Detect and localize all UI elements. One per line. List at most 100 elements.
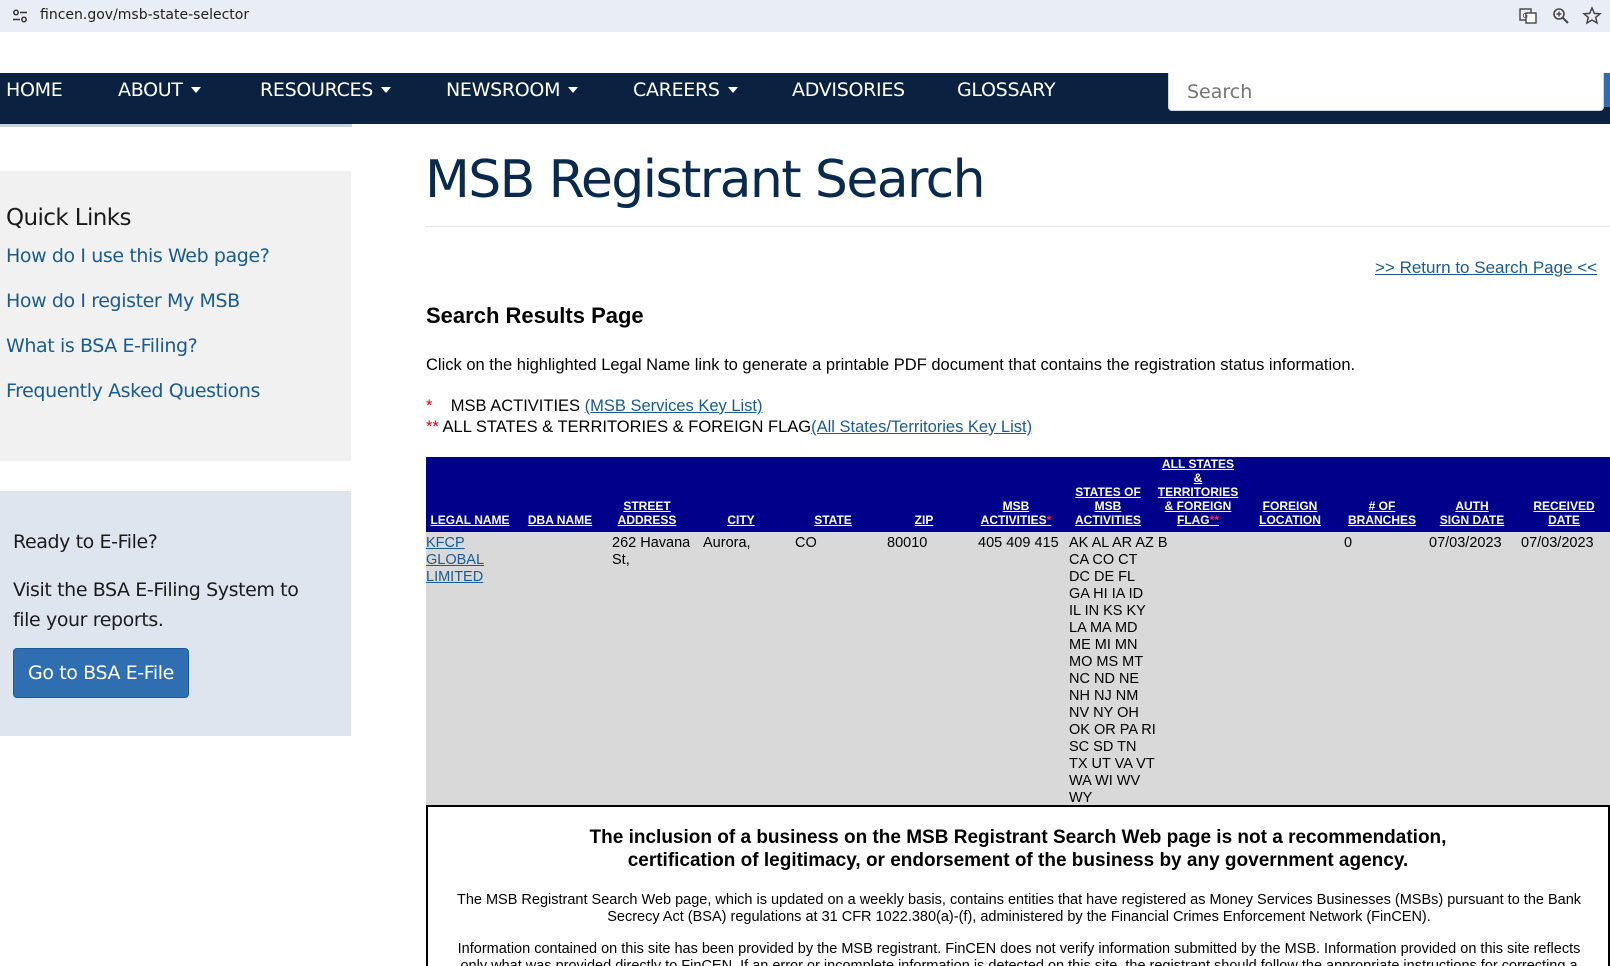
- disclaimer-line: Information contained on this site has b…: [457, 941, 1581, 957]
- col-state[interactable]: STATE: [788, 513, 878, 527]
- state-code-line: MO MS MT: [1069, 654, 1144, 670]
- col-state-label: STATE: [814, 513, 852, 527]
- url-text[interactable]: fincen.gov/msb-state-selector: [40, 7, 249, 23]
- disclaimer-heading: The inclusion of a business on the MSB R…: [426, 826, 1610, 872]
- results-table-header: LEGAL NAME DBA NAME STREET ADDRESS CITY S…: [426, 457, 1610, 532]
- quick-link-register-msb[interactable]: How do I register My MSB: [6, 290, 240, 312]
- col-auth-label-2: SIGN DATE: [1439, 513, 1505, 527]
- search-button-edge[interactable]: [1604, 73, 1610, 107]
- col-received-label-2: DATE: [1548, 513, 1580, 527]
- page-title: MSB Registrant Search: [425, 150, 986, 210]
- state-code-line: NV NY OH: [1069, 705, 1139, 721]
- state-code-line: WY: [1069, 790, 1093, 806]
- legend-star: *: [426, 397, 433, 415]
- col-street-address[interactable]: STREET ADDRESS: [602, 499, 692, 527]
- state-code-line: NH NJ NM: [1069, 688, 1139, 704]
- state-code-line: CA CO CT: [1069, 552, 1138, 568]
- col-msb-label-2: ACTIVITIES: [980, 513, 1047, 527]
- all-states-key-list-link[interactable]: (All States/Territories Key List): [811, 418, 1032, 436]
- cell-auth-sign-date: 07/03/2023: [1429, 535, 1502, 551]
- cell-state: CO: [795, 535, 817, 551]
- col-dba-name-label: DBA NAME: [527, 513, 593, 527]
- bookmark-star-icon[interactable]: [1582, 6, 1602, 26]
- street-line: St,: [612, 552, 630, 568]
- nav-home-label: HOME: [6, 79, 63, 101]
- nav-advisories[interactable]: ADVISORIES: [792, 73, 905, 124]
- nav-resources-label: RESOURCES: [260, 79, 374, 101]
- col-branches[interactable]: # OF BRANCHES: [1336, 499, 1428, 527]
- col-zip[interactable]: ZIP: [878, 513, 970, 527]
- col-msb-star: *: [1046, 513, 1052, 527]
- col-all-label-5: FLAG: [1176, 513, 1210, 527]
- efile-text: Visit the BSA E-Filing System to file yo…: [13, 579, 299, 631]
- cell-states-of-msb: AK AL AR AZ B CA CO CT DC DE FL GA HI IA ID…: [1069, 535, 1169, 807]
- table-row: [426, 532, 1610, 805]
- go-to-bsa-efile-button[interactable]: Go to BSA E-File: [13, 648, 189, 698]
- col-received-date[interactable]: RECEIVED DATE: [1518, 499, 1610, 527]
- results-heading: Search Results Page: [426, 303, 644, 328]
- nav-advisories-label: ADVISORIES: [792, 79, 905, 101]
- disclaimer-line: only what was provided directly to FinCE…: [460, 958, 1578, 966]
- quick-link-how-to-use[interactable]: How do I use this Web page?: [6, 245, 270, 267]
- nav-resources[interactable]: RESOURCES: [260, 73, 392, 124]
- col-all-label-3: TERRITORIES: [1157, 485, 1239, 499]
- disclaimer-heading-line: The inclusion of a business on the MSB R…: [589, 827, 1447, 848]
- cell-msb-activities: 405 409 415: [978, 535, 1059, 551]
- nav-about[interactable]: ABOUT: [118, 73, 201, 124]
- translate-icon[interactable]: G: [1518, 6, 1538, 26]
- col-legal-name[interactable]: LEGAL NAME: [426, 513, 514, 527]
- col-states-label-1: STATES OF: [1075, 485, 1141, 499]
- col-auth-sign-date[interactable]: AUTH SIGN DATE: [1426, 499, 1518, 527]
- nav-newsroom-label: NEWSROOM: [446, 79, 561, 101]
- disclaimer-paragraph: The MSB Registrant Search Web page, whic…: [434, 892, 1604, 926]
- nav-glossary-label: GLOSSARY: [957, 79, 1056, 101]
- disclaimer-line: The MSB Registrant Search Web page, whic…: [456, 892, 1582, 908]
- disclaimer-paragraph: Information contained on this site has b…: [434, 941, 1604, 966]
- col-received-label-1: RECEIVED: [1533, 499, 1595, 513]
- search-input[interactable]: [1168, 73, 1604, 111]
- col-foreign-label-2: LOCATION: [1259, 513, 1321, 527]
- nav-careers[interactable]: CAREERS: [633, 73, 738, 124]
- legal-name-line: KFCP: [426, 535, 465, 551]
- col-all-label-2: &: [1193, 471, 1203, 485]
- nav-about-label: ABOUT: [118, 79, 183, 101]
- nav-newsroom[interactable]: NEWSROOM: [446, 73, 579, 124]
- col-city[interactable]: CITY: [696, 513, 786, 527]
- legal-name-link[interactable]: KFCP GLOBAL LIMITED: [426, 535, 496, 586]
- disclaimer-line: Secrecy Act (BSA) regulations at 31 CFR …: [607, 909, 1431, 925]
- col-foreign-location[interactable]: FOREIGN LOCATION: [1244, 499, 1336, 527]
- cell-street-address: 262 Havana St,: [612, 535, 702, 569]
- browser-address-bar: fincen.gov/msb-state-selector G: [0, 0, 1610, 32]
- legend-msb-activities: * MSB ACTIVITIES (MSB Services Key List): [426, 397, 763, 416]
- quick-link-bsa-efiling[interactable]: What is BSA E-Filing?: [6, 335, 198, 357]
- nav-glossary[interactable]: GLOSSARY: [957, 73, 1056, 124]
- col-branches-label-1: # OF: [1368, 499, 1396, 513]
- col-msb-label-1: MSB: [1002, 499, 1030, 513]
- col-msb-activities[interactable]: MSB ACTIVITIES*: [970, 499, 1062, 527]
- nav-home[interactable]: HOME: [6, 73, 63, 124]
- col-street-label-1: STREET: [623, 499, 671, 513]
- site-settings-icon[interactable]: [12, 9, 28, 23]
- quick-links-title: Quick Links: [6, 205, 131, 231]
- legend-states-label: ALL STATES & TERRITORIES & FOREIGN FLAG: [442, 418, 812, 436]
- col-all-label-4: & FOREIGN: [1164, 499, 1232, 513]
- col-states-of-msb[interactable]: STATES OF MSB ACTIVITIES: [1062, 485, 1154, 527]
- col-all-star: **: [1209, 513, 1219, 527]
- col-states-label-2: MSB: [1094, 499, 1122, 513]
- state-code-line: GA HI IA ID: [1069, 586, 1144, 602]
- col-zip-label: ZIP: [914, 513, 934, 527]
- col-dba-name[interactable]: DBA NAME: [522, 513, 598, 527]
- state-code-line: TX UT VA VT: [1069, 756, 1155, 772]
- col-all-states-flag[interactable]: ALL STATES & TERRITORIES & FOREIGN FLAG**: [1154, 457, 1242, 527]
- col-auth-label-1: AUTH: [1455, 499, 1489, 513]
- legal-name-line: LIMITED: [426, 569, 484, 585]
- msb-services-key-list-link[interactable]: (MSB Services Key List): [585, 397, 763, 415]
- quick-link-faq[interactable]: Frequently Asked Questions: [6, 380, 260, 402]
- disclaimer-heading-line: certification of legitimacy, or endorsem…: [627, 850, 1409, 871]
- caret-down-icon: [727, 87, 738, 93]
- zoom-icon[interactable]: [1551, 6, 1571, 26]
- state-code-line: DC DE FL: [1069, 569, 1136, 585]
- state-code-line: OK OR PA RI: [1069, 722, 1156, 738]
- street-line: 262 Havana: [612, 535, 691, 551]
- return-to-search-link[interactable]: >> Return to Search Page <<: [1375, 258, 1597, 278]
